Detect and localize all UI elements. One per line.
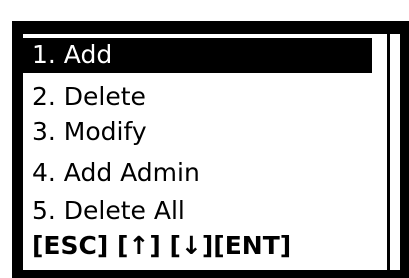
selection-edge [372,38,378,73]
menu-item-delete[interactable]: 2. Delete [32,80,146,114]
menu-item-add[interactable]: 1. Add [23,38,372,73]
key-hint-bar: [ESC] [↑] [↓][ENT] [32,231,292,260]
top-margin [0,0,409,21]
scrollbar-track [387,34,390,270]
menu-item-add-admin[interactable]: 4. Add Admin [32,156,200,190]
menu-item-modify[interactable]: 3. Modify [32,115,147,149]
menu-item-delete-all[interactable]: 5. Delete All [32,194,185,228]
